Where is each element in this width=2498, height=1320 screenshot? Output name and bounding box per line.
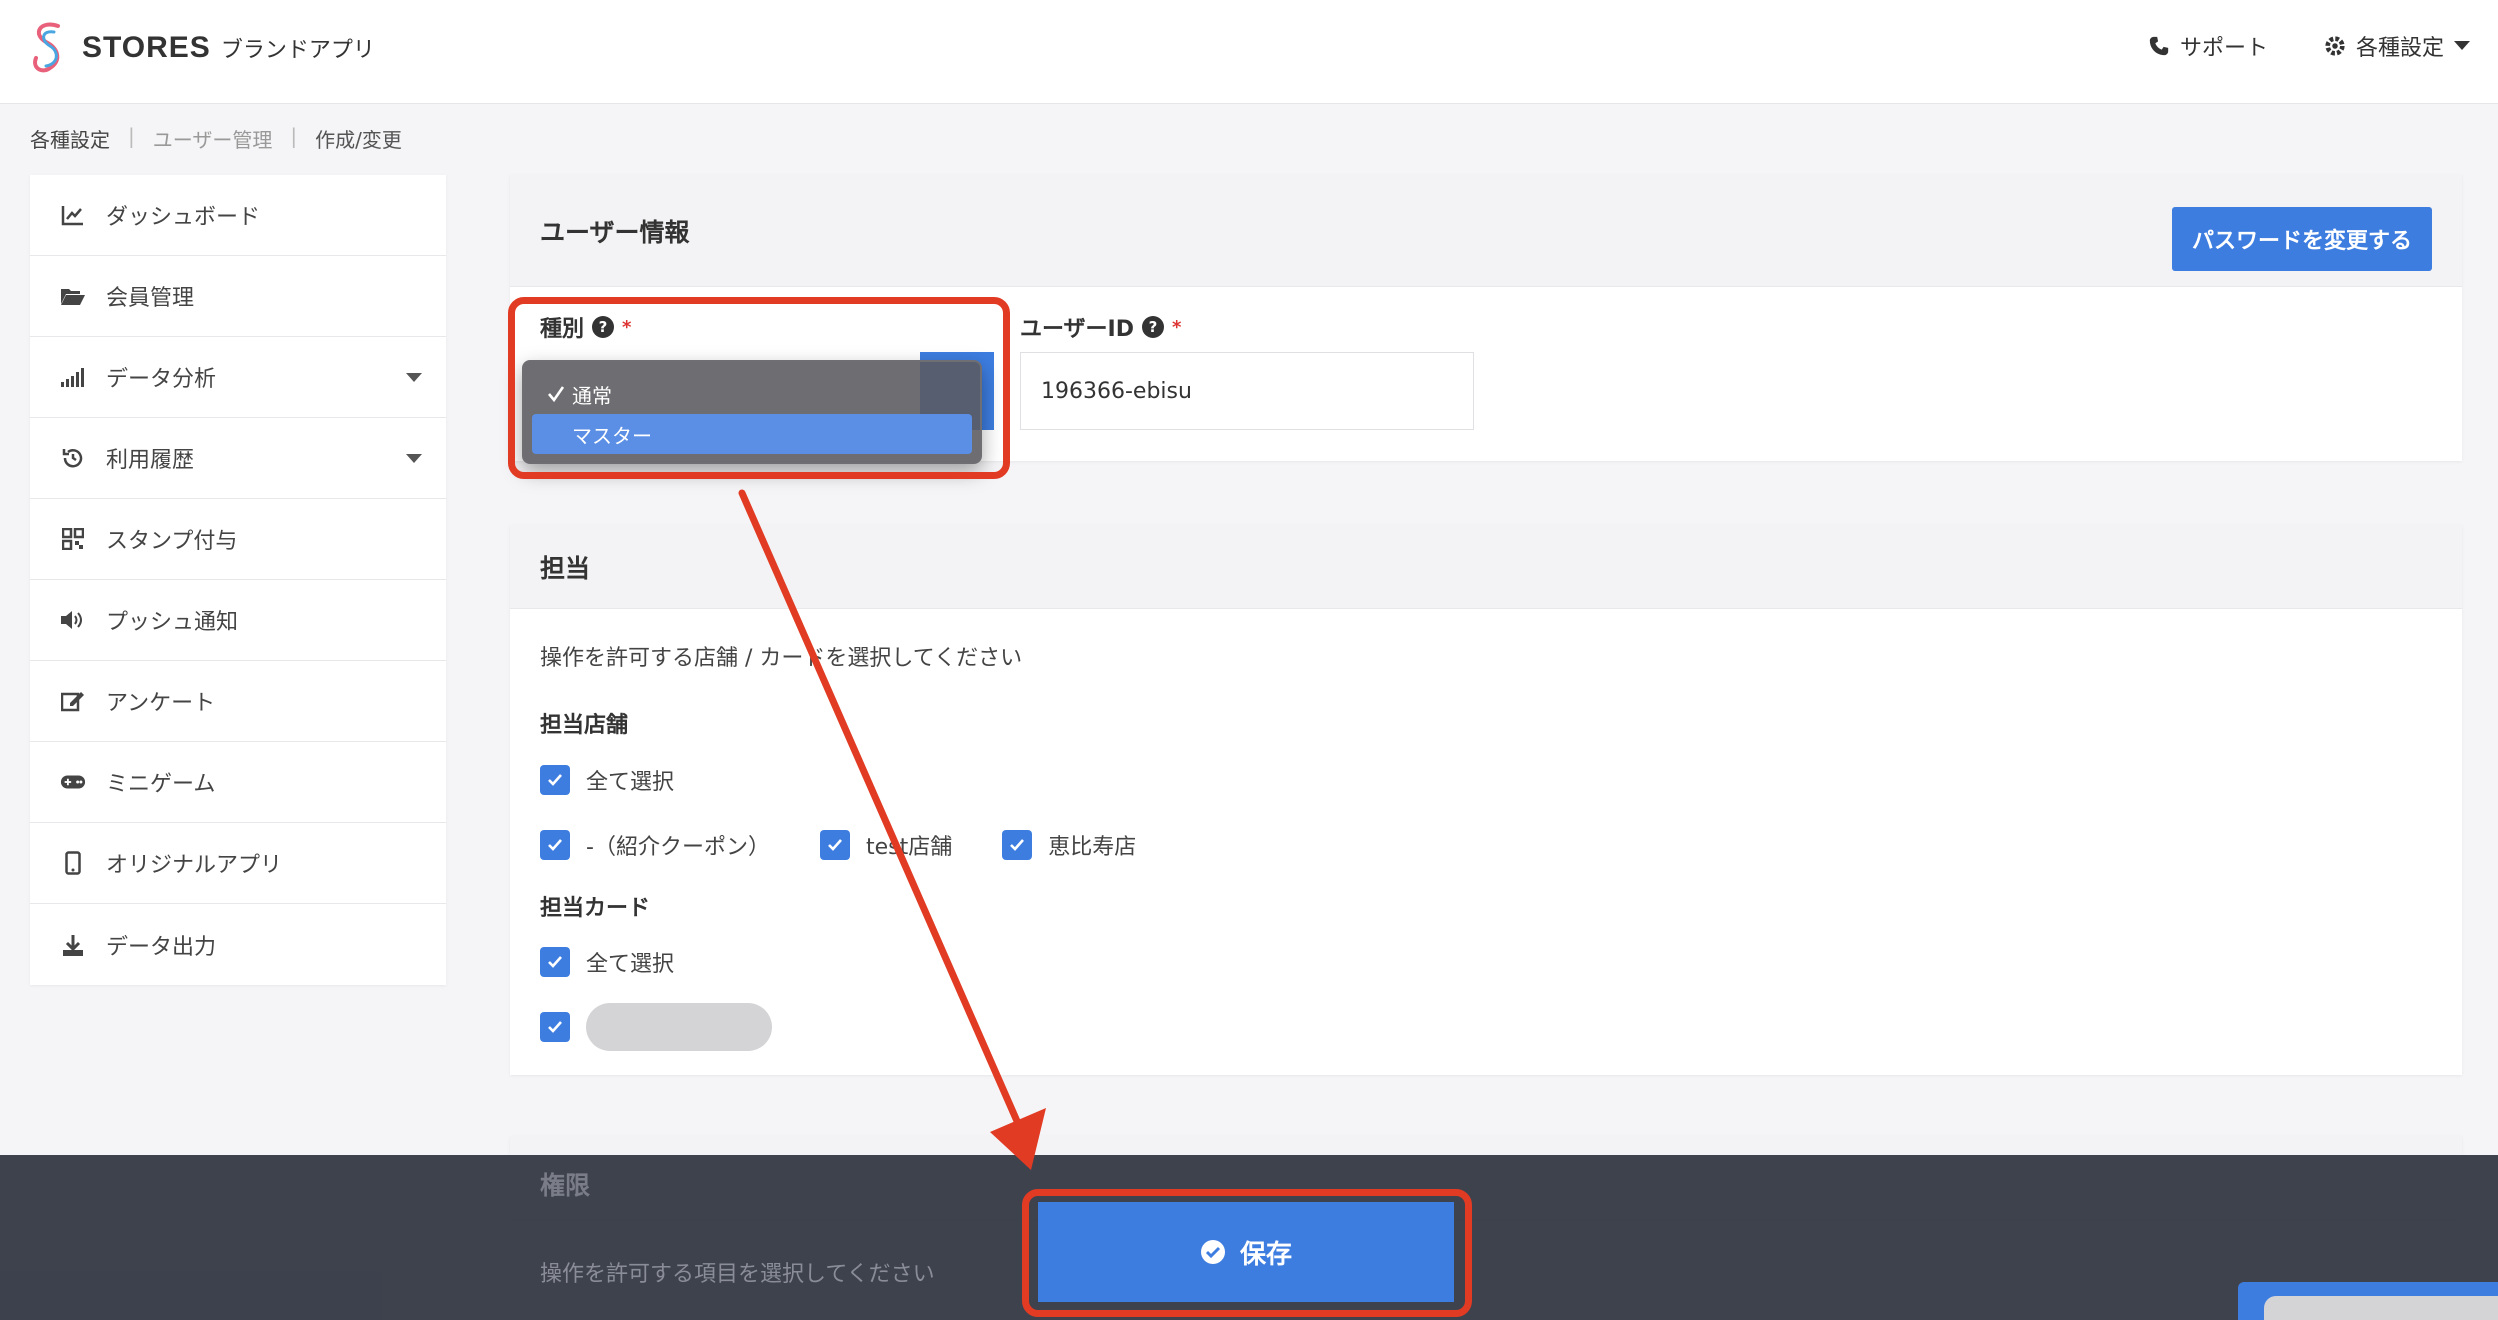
annotation-arrow xyxy=(738,489,1046,1170)
